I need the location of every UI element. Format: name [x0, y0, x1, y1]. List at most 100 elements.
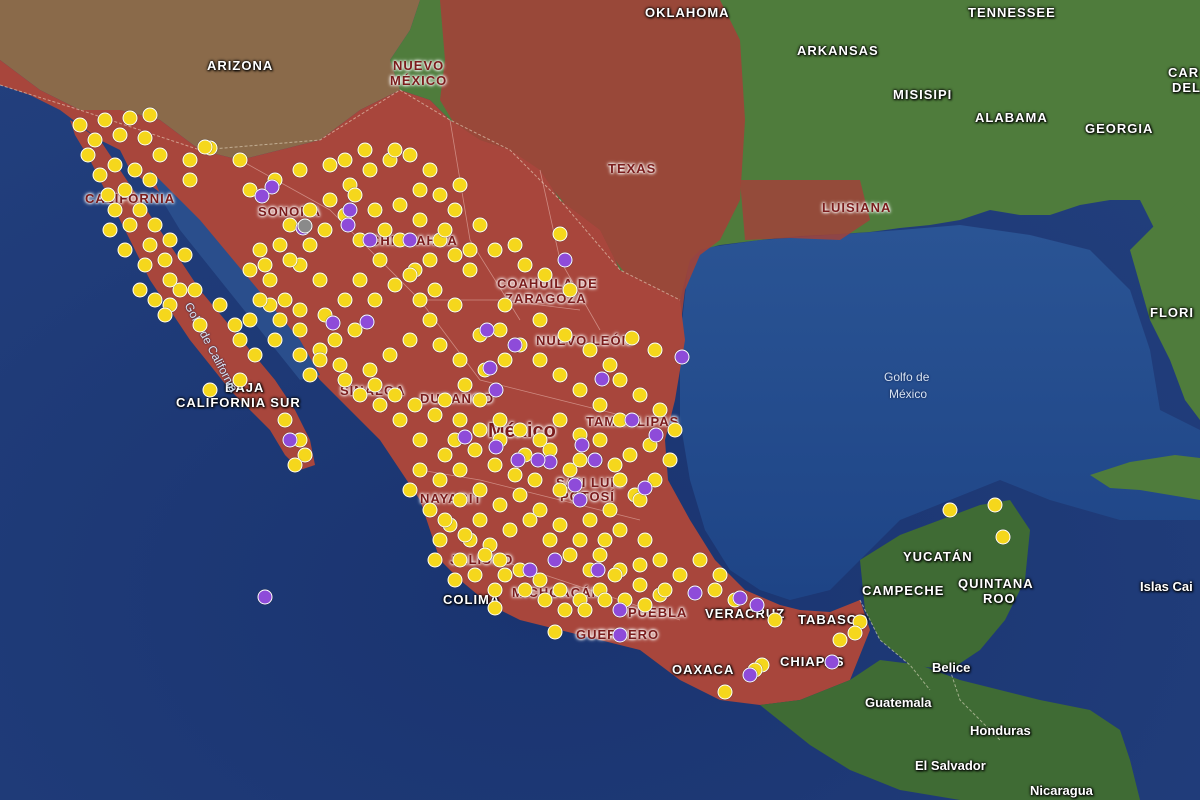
map-marker-yellow[interactable]	[412, 292, 428, 308]
map-marker-yellow[interactable]	[162, 232, 178, 248]
map-marker-purple[interactable]	[530, 452, 546, 468]
map-marker-yellow[interactable]	[232, 152, 248, 168]
map-marker-yellow[interactable]	[142, 107, 158, 123]
map-marker-purple[interactable]	[342, 202, 358, 218]
map-marker-yellow[interactable]	[402, 482, 418, 498]
map-marker-yellow[interactable]	[562, 282, 578, 298]
map-marker-yellow[interactable]	[472, 512, 488, 528]
map-marker-yellow[interactable]	[202, 382, 218, 398]
map-marker-yellow[interactable]	[572, 532, 588, 548]
map-marker-purple[interactable]	[674, 349, 690, 365]
map-marker-yellow[interactable]	[477, 547, 493, 563]
map-marker-yellow[interactable]	[557, 602, 573, 618]
map-marker-yellow[interactable]	[87, 132, 103, 148]
map-marker-yellow[interactable]	[597, 532, 613, 548]
map-marker-yellow[interactable]	[487, 582, 503, 598]
map-marker-yellow[interactable]	[412, 432, 428, 448]
map-marker-purple[interactable]	[612, 627, 628, 643]
map-marker-purple[interactable]	[624, 412, 640, 428]
map-marker-yellow[interactable]	[532, 432, 548, 448]
map-marker-yellow[interactable]	[452, 462, 468, 478]
map-marker-yellow[interactable]	[577, 602, 593, 618]
map-marker-yellow[interactable]	[572, 382, 588, 398]
map-marker-yellow[interactable]	[362, 162, 378, 178]
map-marker-purple[interactable]	[488, 382, 504, 398]
map-marker-yellow[interactable]	[582, 342, 598, 358]
map-marker-yellow[interactable]	[422, 252, 438, 268]
map-marker-purple[interactable]	[510, 452, 526, 468]
map-marker-yellow[interactable]	[312, 352, 328, 368]
map-marker-purple[interactable]	[547, 552, 563, 568]
map-marker-yellow[interactable]	[272, 312, 288, 328]
map-marker-yellow[interactable]	[332, 357, 348, 373]
map-marker-yellow[interactable]	[552, 482, 568, 498]
map-marker-yellow[interactable]	[362, 362, 378, 378]
map-marker-yellow[interactable]	[457, 527, 473, 543]
map-marker-yellow[interactable]	[267, 332, 283, 348]
map-marker-yellow[interactable]	[427, 552, 443, 568]
map-marker-yellow[interactable]	[462, 242, 478, 258]
map-marker-yellow[interactable]	[387, 277, 403, 293]
map-marker-yellow[interactable]	[227, 317, 243, 333]
map-marker-yellow[interactable]	[487, 600, 503, 616]
map-marker-yellow[interactable]	[292, 347, 308, 363]
map-marker-yellow[interactable]	[552, 517, 568, 533]
map-marker-yellow[interactable]	[472, 392, 488, 408]
map-marker-yellow[interactable]	[402, 147, 418, 163]
map-marker-purple[interactable]	[340, 217, 356, 233]
map-marker-purple[interactable]	[282, 432, 298, 448]
map-marker-yellow[interactable]	[472, 422, 488, 438]
map-marker-yellow[interactable]	[612, 472, 628, 488]
map-marker-yellow[interactable]	[367, 292, 383, 308]
map-marker-yellow[interactable]	[452, 352, 468, 368]
map-marker-yellow[interactable]	[182, 152, 198, 168]
map-marker-purple[interactable]	[590, 562, 606, 578]
map-marker-yellow[interactable]	[402, 332, 418, 348]
map-marker-yellow[interactable]	[322, 192, 338, 208]
map-marker-yellow[interactable]	[624, 330, 640, 346]
map-marker-yellow[interactable]	[582, 512, 598, 528]
map-marker-yellow[interactable]	[287, 457, 303, 473]
map-marker-purple[interactable]	[479, 322, 495, 338]
map-marker-purple[interactable]	[522, 562, 538, 578]
map-marker-purple[interactable]	[402, 232, 418, 248]
map-marker-purple[interactable]	[749, 597, 765, 613]
map-marker-purple[interactable]	[325, 315, 341, 331]
map-marker-yellow[interactable]	[242, 312, 258, 328]
map-marker-yellow[interactable]	[337, 292, 353, 308]
map-marker-yellow[interactable]	[632, 557, 648, 573]
map-marker-yellow[interactable]	[492, 412, 508, 428]
map-marker-yellow[interactable]	[452, 412, 468, 428]
map-marker-yellow[interactable]	[232, 372, 248, 388]
map-marker-yellow[interactable]	[512, 487, 528, 503]
map-marker-yellow[interactable]	[292, 162, 308, 178]
map-marker-yellow[interactable]	[652, 552, 668, 568]
map-marker-yellow[interactable]	[232, 332, 248, 348]
map-marker-yellow[interactable]	[497, 567, 513, 583]
map-marker-yellow[interactable]	[467, 442, 483, 458]
map-marker-yellow[interactable]	[387, 142, 403, 158]
map-marker-yellow[interactable]	[437, 512, 453, 528]
map-marker-yellow[interactable]	[592, 397, 608, 413]
map-marker-yellow[interactable]	[507, 237, 523, 253]
map-marker-yellow[interactable]	[507, 467, 523, 483]
map-marker-yellow[interactable]	[492, 322, 508, 338]
map-marker-yellow[interactable]	[412, 182, 428, 198]
map-marker-yellow[interactable]	[142, 237, 158, 253]
map-marker-yellow[interactable]	[302, 237, 318, 253]
map-marker-yellow[interactable]	[637, 532, 653, 548]
map-marker-yellow[interactable]	[177, 247, 193, 263]
map-marker-yellow[interactable]	[322, 157, 338, 173]
map-marker-purple[interactable]	[742, 667, 758, 683]
map-marker-yellow[interactable]	[437, 447, 453, 463]
map-marker-purple[interactable]	[648, 427, 664, 443]
map-marker-yellow[interactable]	[607, 457, 623, 473]
map-marker-yellow[interactable]	[572, 452, 588, 468]
map-marker-yellow[interactable]	[292, 302, 308, 318]
map-marker-yellow[interactable]	[712, 567, 728, 583]
map-marker-yellow[interactable]	[995, 529, 1011, 545]
map-marker-yellow[interactable]	[552, 226, 568, 242]
map-marker-yellow[interactable]	[107, 202, 123, 218]
map-marker-yellow[interactable]	[252, 242, 268, 258]
map-marker-yellow[interactable]	[987, 497, 1003, 513]
